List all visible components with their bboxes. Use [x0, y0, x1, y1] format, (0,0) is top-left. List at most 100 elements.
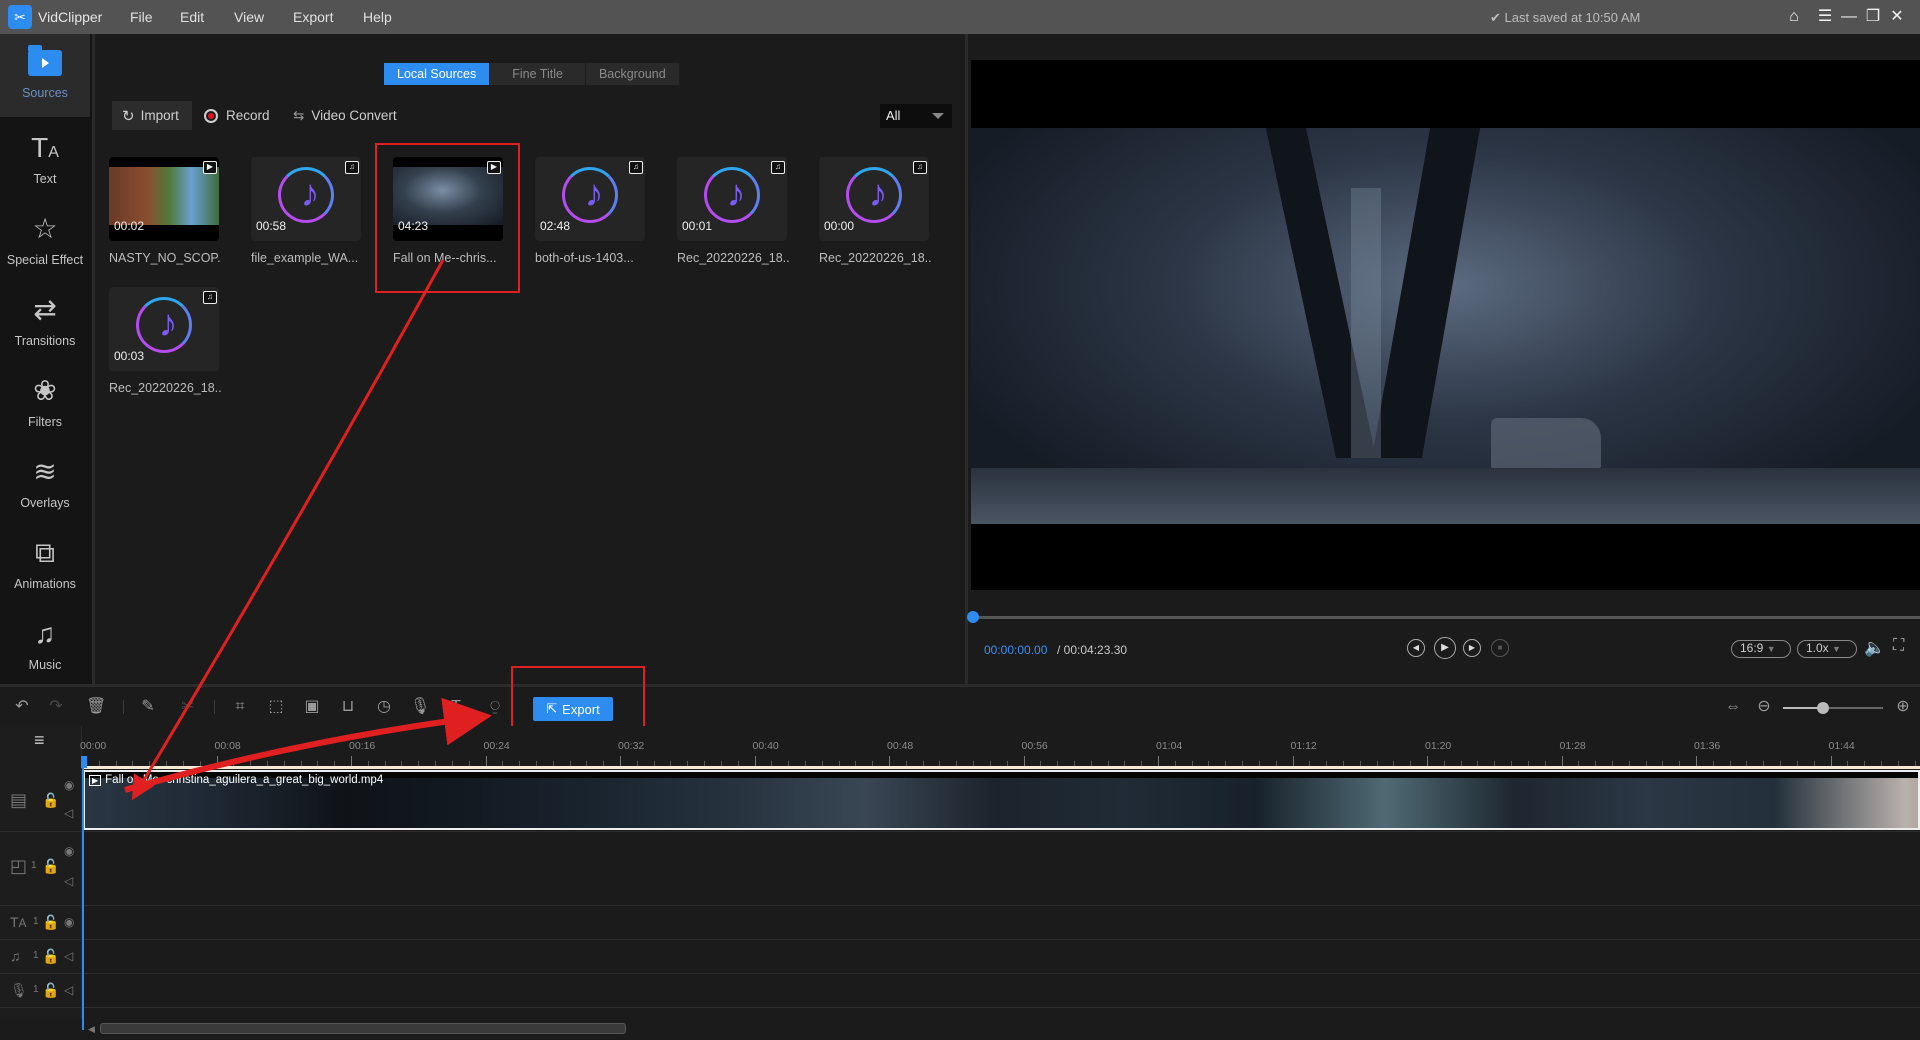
sidebar-item-filters[interactable]: ❀ Filters — [0, 363, 90, 443]
sidebar: Sources TA Text ☆ Special Effect ⇄ Trans… — [0, 34, 92, 684]
zoom-out-icon[interactable]: ⊖ — [1754, 697, 1774, 717]
music-note-icon: ♪ — [868, 173, 888, 215]
fit-timeline-icon[interactable]: ⇔ — [1723, 697, 1743, 717]
aspect-ratio-dropdown[interactable]: 16:9 ▼ — [1731, 640, 1791, 658]
minimize-icon[interactable]: — — [1838, 6, 1860, 28]
freeze-frame-icon[interactable]: ⊔ — [338, 697, 358, 717]
menu-export[interactable]: Export — [293, 9, 333, 25]
import-icon: ↻ — [122, 107, 135, 125]
media-duration: 02:48 — [540, 219, 571, 233]
voiceover-track-header: 🎙 1 🔓 ◁ — [0, 974, 82, 1007]
speed-value: 1.0x — [1806, 641, 1829, 655]
text-icon: TA — [31, 132, 59, 163]
video-type-icon: ▶ — [203, 161, 217, 174]
edit-icon[interactable]: ✎ — [138, 697, 158, 717]
timeline-zoom-slider[interactable] — [1783, 702, 1883, 714]
speed-clock-icon[interactable]: ◷ — [374, 697, 394, 717]
media-item-selected[interactable]: ▶ 04:23 Fall on Me--chris... — [393, 157, 505, 292]
lock-icon[interactable]: 🔓 — [42, 948, 59, 965]
menu-edit[interactable]: Edit — [180, 9, 204, 25]
sidebar-item-sources[interactable]: Sources — [0, 34, 90, 117]
visibility-eye-icon[interactable]: ◉ — [64, 778, 74, 792]
delete-icon[interactable]: 🗑 — [86, 697, 106, 717]
media-item[interactable]: ♪ ♫ 00:00 Rec_20220226_18... — [819, 157, 931, 292]
lock-icon[interactable]: 🔓 — [42, 982, 59, 999]
lock-icon[interactable]: 🔓 — [42, 914, 59, 931]
volume-icon[interactable]: 🔈 — [1864, 638, 1885, 658]
add-track-icon[interactable]: ≡ — [34, 730, 45, 751]
tick-major — [889, 756, 890, 766]
timeline-video-clip[interactable]: ▶ Fall on Me--christina_aguilera_a_great_… — [83, 770, 1920, 830]
sidebar-item-text[interactable]: TA Text — [0, 120, 90, 200]
tab-fine-title[interactable]: Fine Title — [490, 63, 586, 85]
split-icon[interactable]: ✂ — [178, 697, 198, 717]
speech-to-text-icon[interactable]: ⍜ — [485, 697, 505, 717]
menu-icon[interactable]: ☰ — [1814, 6, 1836, 28]
stop-icon[interactable]: ■ — [1491, 639, 1509, 657]
volume-icon[interactable]: ◁ — [64, 949, 73, 963]
media-item[interactable]: ♪ ♫ 00:58 file_example_WA... — [251, 157, 363, 292]
media-item[interactable]: ♪ ♫ 00:01 Rec_20220226_18... — [677, 157, 789, 292]
redo-icon[interactable]: ↷ — [46, 697, 66, 717]
lock-icon[interactable]: 🔓 — [42, 858, 59, 875]
timeline-horizontal-scrollbar[interactable] — [100, 1023, 626, 1034]
sidebar-item-music[interactable]: ♫ Music — [0, 606, 90, 686]
menu-file[interactable]: File — [130, 9, 153, 25]
seek-handle[interactable] — [967, 611, 979, 623]
undo-icon[interactable]: ↶ — [12, 697, 32, 717]
media-filter-dropdown[interactable]: All — [880, 104, 952, 128]
media-name: Rec_20220226_18... — [109, 381, 221, 395]
mosaic-icon[interactable]: ▣ — [302, 697, 322, 717]
resize-icon[interactable]: ⬚ — [266, 697, 286, 717]
scroll-left-icon[interactable]: ◀ — [88, 1024, 95, 1035]
playhead[interactable] — [82, 760, 84, 1030]
crop-icon[interactable]: ⌗ — [230, 697, 250, 717]
sidebar-item-animations[interactable]: ⧉ Animations — [0, 525, 90, 605]
speed-dropdown[interactable]: 1.0x ▼ — [1797, 640, 1857, 658]
seek-bar[interactable] — [967, 611, 1920, 623]
volume-icon[interactable]: ◁ — [64, 874, 73, 888]
next-frame-icon[interactable]: ▶ — [1463, 639, 1481, 657]
clip-frame-thumbnail — [995, 778, 1125, 828]
media-name: Rec_20220226_18... — [819, 251, 931, 265]
play-icon[interactable]: ▶ — [1434, 637, 1456, 659]
sidebar-item-transitions[interactable]: ⇄ Transitions — [0, 282, 90, 362]
app-name: VidClipper — [38, 9, 103, 25]
lock-icon[interactable]: 🔓 — [42, 792, 59, 809]
video-convert-button[interactable]: ⇆ Video Convert — [293, 101, 397, 130]
pip-icon: ◰ — [10, 856, 28, 876]
tab-background[interactable]: Background — [586, 63, 680, 85]
tab-local-sources[interactable]: Local Sources — [384, 63, 491, 85]
menu-help[interactable]: Help — [363, 9, 392, 25]
media-item[interactable]: ▶ 00:02 NASTY_NO_SCOP... — [109, 157, 221, 292]
media-item[interactable]: ♪ ♫ 02:48 both-of-us-1403... — [535, 157, 647, 292]
volume-icon[interactable]: ◁ — [64, 806, 73, 820]
video-player[interactable] — [971, 60, 1920, 590]
zoom-in-icon[interactable]: ⊕ — [1893, 697, 1913, 717]
menu-view[interactable]: View — [234, 9, 264, 25]
close-icon[interactable]: ✕ — [1886, 6, 1908, 28]
tick-major — [1292, 756, 1294, 766]
record-voice-icon[interactable]: 🎙 — [410, 697, 430, 717]
sidebar-item-overlays[interactable]: ≋ Overlays — [0, 444, 90, 524]
maximize-icon[interactable]: ❐ — [1862, 6, 1884, 28]
volume-icon[interactable]: ◁ — [64, 983, 73, 997]
media-name: NASTY_NO_SCOP... — [109, 251, 221, 265]
export-button[interactable]: ⇱ Export — [533, 697, 613, 721]
tick-major — [1561, 756, 1563, 766]
home-icon[interactable]: ⌂ — [1783, 6, 1805, 28]
clip-frame-thumbnail — [735, 778, 865, 828]
tick-label: 00:48 — [887, 740, 914, 752]
sidebar-item-special-effect[interactable]: ☆ Special Effect — [0, 201, 90, 281]
text-to-speech-icon[interactable]: T — [446, 697, 466, 717]
clip-frame-thumbnail — [1775, 778, 1905, 828]
prev-frame-icon[interactable]: ◀ — [1407, 639, 1425, 657]
record-button[interactable]: Record — [204, 101, 270, 130]
media-item[interactable]: ♪ ♫ 00:03 Rec_20220226_18... — [109, 287, 221, 422]
sidebar-label: Music — [28, 658, 62, 672]
zoom-slider-handle[interactable] — [1817, 702, 1829, 714]
visibility-eye-icon[interactable]: ◉ — [64, 915, 74, 929]
visibility-eye-icon[interactable]: ◉ — [64, 844, 74, 858]
import-button[interactable]: ↻ Import — [112, 101, 192, 130]
fullscreen-icon[interactable]: ⛶ — [1893, 637, 1904, 655]
